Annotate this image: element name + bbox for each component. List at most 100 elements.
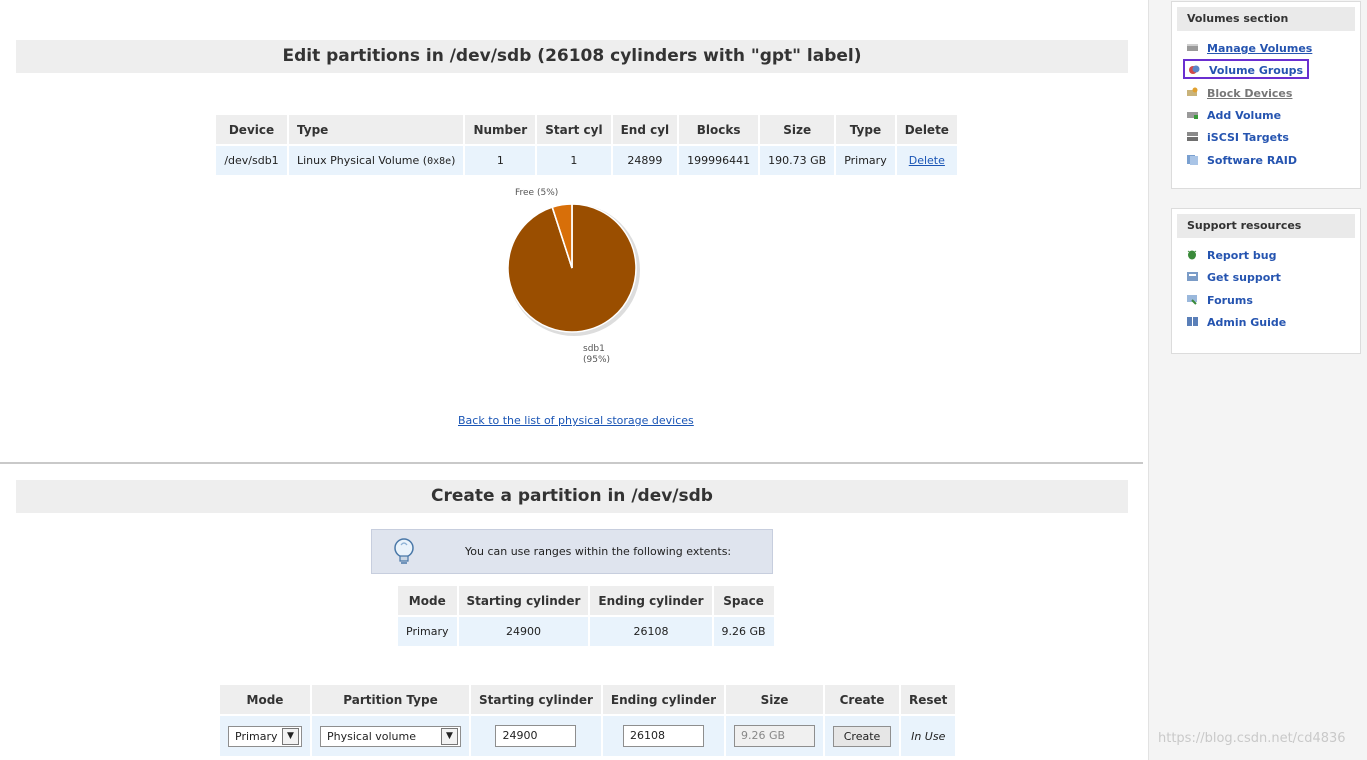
cell-end-cyl: 24899 [612, 146, 678, 175]
col-form-starting-cylinder: Starting cylinder [471, 685, 601, 714]
lightbulb-icon [394, 538, 414, 564]
nav-label: Admin Guide [1207, 316, 1287, 329]
nav-report-bug[interactable]: Report bug [1186, 246, 1276, 266]
cell-start-cyl: 1 [537, 146, 611, 175]
nav-admin-guide[interactable]: Admin Guide [1186, 313, 1286, 333]
support-panel: Support resources Report bug Get support… [1171, 208, 1361, 354]
right-sidebar: Volumes section Manage Volumes Volume Gr… [1148, 0, 1367, 760]
col-form-create: Create [825, 685, 900, 714]
create-button[interactable]: Create [833, 725, 892, 747]
nav-label: Software RAID [1207, 154, 1298, 167]
mode-select[interactable]: Primary ▼ [228, 725, 302, 747]
cell-form-start: 24900 [471, 716, 601, 756]
support-icon [1187, 272, 1198, 281]
delete-link[interactable]: Delete [909, 154, 945, 167]
col-ptype: Type [836, 115, 895, 144]
nav-label: iSCSI Targets [1207, 131, 1289, 144]
size-input: 9.26 GB [734, 725, 816, 747]
edit-partitions-title: Edit partitions in /dev/sdb (26108 cylin… [16, 40, 1128, 73]
nav-iscsi-targets[interactable]: iSCSI Targets [1186, 128, 1289, 148]
type-text: Linux Physical Volume ( [297, 154, 428, 167]
mode-select-value: Primary [235, 729, 278, 743]
nav-label: Add Volume [1207, 109, 1282, 122]
chevron-down-icon: ▼ [282, 727, 299, 745]
col-form-size: Size [726, 685, 824, 714]
col-form-reset: Reset [901, 685, 956, 714]
nav-label: Volume Groups [1209, 64, 1304, 77]
back-to-devices-link[interactable]: Back to the list of physical storage dev… [458, 414, 694, 427]
cell-number: 1 [465, 146, 536, 175]
server-icon [1187, 132, 1198, 141]
col-type: Type [289, 115, 464, 144]
type-code: 0x8e [427, 156, 452, 167]
pie-used-pct: (95%) [583, 355, 610, 365]
pie-used-label: sdb1 [583, 344, 605, 354]
cell-end: 26108 [590, 617, 712, 646]
partitions-table: Device Type Number Start cyl End cyl Blo… [214, 113, 959, 177]
nav-label: Manage Volumes [1207, 42, 1313, 55]
hint-box: You can use ranges within the following … [371, 529, 773, 574]
col-start-cyl: Start cyl [537, 115, 611, 144]
disk-icon [1187, 44, 1198, 51]
table-row: Primary 24900 26108 9.26 GB [398, 617, 774, 646]
cell-device: /dev/sdb1 [216, 146, 287, 175]
cell-blocks: 199996441 [679, 146, 759, 175]
col-end-cyl: End cyl [612, 115, 678, 144]
nav-manage-volumes[interactable]: Manage Volumes [1186, 39, 1312, 59]
col-form-mode: Mode [220, 685, 310, 714]
ending-cylinder-input[interactable]: 26108 [622, 725, 704, 747]
create-partition-form: Mode Partition Type Starting cylinder En… [218, 683, 957, 758]
pie-free-label: Free (5%) [515, 188, 558, 198]
nav-forums[interactable]: Forums [1186, 291, 1253, 311]
main-content: Edit partitions in /dev/sdb (26108 cylin… [0, 0, 1148, 760]
nav-label: Forums [1207, 294, 1253, 307]
col-size: Size [760, 115, 835, 144]
form-row: Primary ▼ Physical volume ▼ 24900 26108 9.… [220, 716, 956, 756]
col-device: Device [216, 115, 287, 144]
col-mode: Mode [398, 586, 457, 615]
create-partition-title: Create a partition in /dev/sdb [16, 480, 1128, 513]
table-header-row: Mode Partition Type Starting cylinder En… [220, 685, 956, 714]
cell-space: 9.26 GB [713, 617, 774, 646]
raid-icon [1187, 155, 1198, 165]
bug-icon [1187, 250, 1197, 260]
table-row: /dev/sdb1 Linux Physical Volume (0x8e) 1… [216, 146, 957, 175]
nav-software-raid[interactable]: Software RAID [1186, 151, 1297, 171]
col-number: Number [465, 115, 536, 144]
cell-form-reset: In Use [901, 716, 956, 756]
partition-type-select[interactable]: Physical volume ▼ [320, 725, 461, 747]
nav-add-volume[interactable]: Add Volume [1186, 106, 1281, 126]
book-icon [1187, 317, 1198, 326]
table-header-row: Device Type Number Start cyl End cyl Blo… [216, 115, 957, 144]
nav-label: Get support [1207, 271, 1281, 284]
col-blocks: Blocks [679, 115, 759, 144]
watermark: https://blog.csdn.net/cd4836 [1158, 731, 1346, 746]
partition-type-value: Physical volume [327, 729, 416, 743]
col-ending-cylinder: Ending cylinder [590, 586, 712, 615]
nav-label: Report bug [1207, 249, 1277, 262]
cell-form-mode: Primary ▼ [220, 716, 310, 756]
cell-delete: Delete [896, 146, 957, 175]
cell-size: 190.73 GB [760, 146, 835, 175]
volumes-panel: Volumes section Manage Volumes Volume Gr… [1171, 1, 1361, 189]
col-delete: Delete [896, 115, 957, 144]
support-panel-title: Support resources [1177, 214, 1355, 238]
partition-pie-chart: Free (5%) sdb1 (95%) [507, 188, 640, 365]
block-icon [1187, 87, 1198, 96]
extents-table: Mode Starting cylinder Ending cylinder S… [396, 584, 776, 648]
section-divider [0, 462, 1143, 464]
group-icon [1189, 65, 1200, 74]
starting-cylinder-input[interactable]: 24900 [495, 725, 577, 747]
nav-volume-groups[interactable]: Volume Groups [1183, 59, 1310, 79]
nav-get-support[interactable]: Get support [1186, 268, 1281, 288]
cell-form-end: 26108 [602, 716, 725, 756]
col-form-ending-cylinder: Ending cylinder [602, 685, 725, 714]
reset-status: In Use [911, 729, 946, 743]
hint-text: You can use ranges within the following … [465, 545, 732, 558]
cell-ptype: Primary [836, 146, 895, 175]
add-icon [1187, 112, 1198, 119]
nav-block-devices[interactable]: Block Devices [1186, 84, 1292, 104]
volumes-panel-title: Volumes section [1177, 7, 1355, 31]
forum-icon [1187, 295, 1197, 305]
chevron-down-icon: ▼ [441, 727, 458, 745]
